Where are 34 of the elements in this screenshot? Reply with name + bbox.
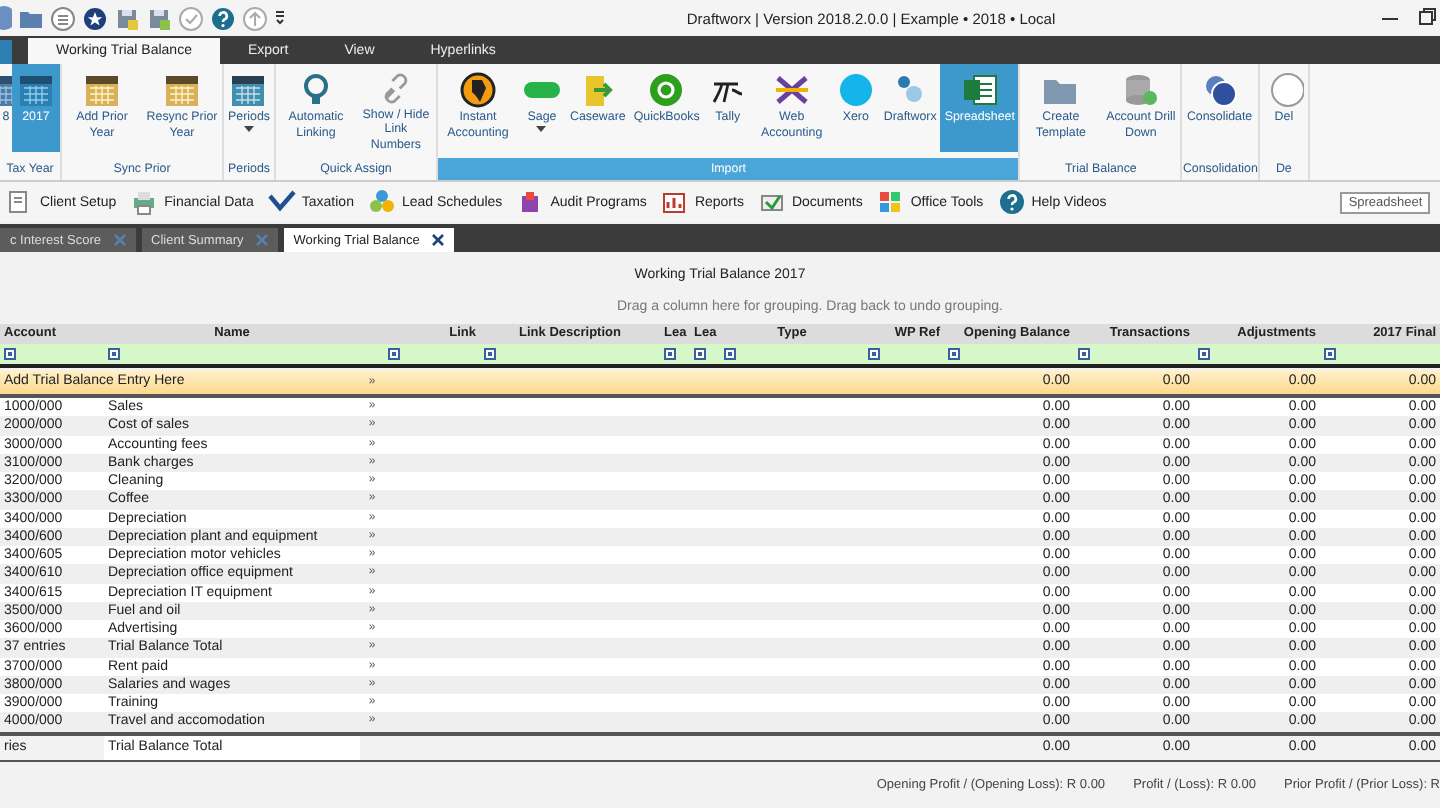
chart-icon	[660, 188, 689, 216]
filter-icon[interactable]	[1078, 348, 1090, 360]
spreadsheet-icon	[959, 70, 1000, 110]
cross-arrows-icon	[771, 70, 812, 110]
filter-icon[interactable]	[108, 348, 120, 360]
help-icon[interactable]	[210, 5, 236, 31]
filter-icon[interactable]	[1198, 348, 1210, 360]
calendar-icon	[228, 70, 269, 110]
app-icon[interactable]	[0, 5, 12, 31]
filter-icon[interactable]	[868, 348, 880, 360]
filter-icon[interactable]	[484, 348, 496, 360]
check-icon[interactable]	[178, 5, 204, 31]
filter-icon[interactable]	[724, 348, 736, 360]
close-icon[interactable]	[431, 234, 444, 246]
calendar-icon	[162, 70, 202, 110]
calendar-icon	[82, 70, 122, 110]
filter-icon[interactable]	[388, 348, 400, 360]
printer-icon	[130, 188, 159, 216]
calendar-icon	[16, 70, 56, 110]
filter-icon[interactable]	[1324, 348, 1336, 360]
save-all-icon[interactable]	[146, 5, 172, 31]
database-icon	[1120, 70, 1161, 110]
quickbooks-icon	[646, 70, 687, 110]
filter-icon[interactable]	[4, 348, 16, 360]
windows-icon	[876, 188, 905, 216]
check-mark-icon	[267, 188, 296, 216]
filter-icon[interactable]	[694, 348, 706, 360]
filter-icon[interactable]	[948, 348, 960, 360]
help-icon	[997, 188, 1026, 216]
africa-icon	[457, 70, 498, 110]
xero-icon	[835, 70, 876, 110]
star-icon[interactable]	[82, 5, 108, 31]
filter-icon[interactable]	[664, 348, 676, 360]
blocks-icon	[367, 188, 396, 216]
